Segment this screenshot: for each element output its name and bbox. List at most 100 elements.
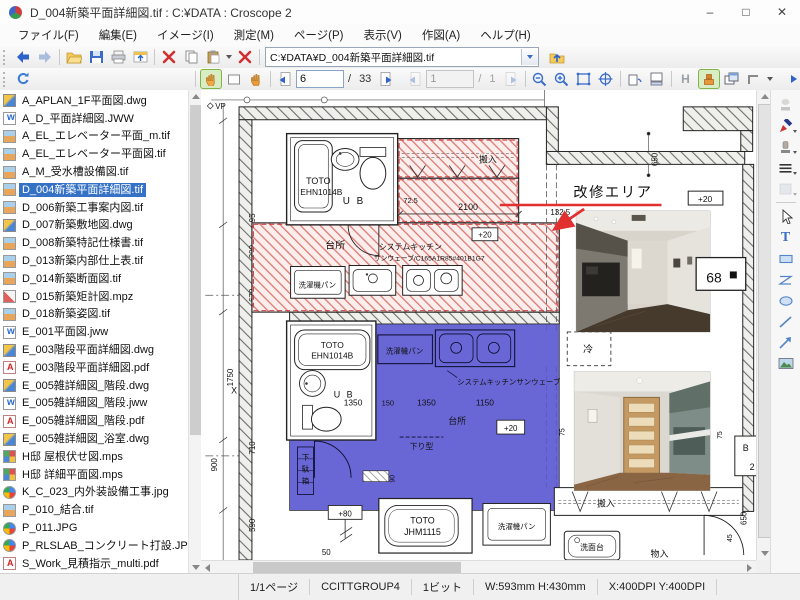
file-row[interactable]: E_005雑詳細図_階段.pdf: [0, 412, 188, 430]
menu-edit[interactable]: 編集(E): [89, 27, 147, 43]
back-button[interactable]: [13, 48, 33, 66]
b-type-label: B: [743, 443, 749, 453]
file-row[interactable]: E_005雑詳細図_階段.jww: [0, 395, 188, 413]
menu-view[interactable]: 表示(V): [354, 27, 412, 43]
refresh-button[interactable]: [13, 70, 33, 88]
menu-measure[interactable]: 測定(M): [224, 27, 284, 43]
stamp-tool-disabled[interactable]: [773, 94, 798, 115]
path-dropdown-button[interactable]: [521, 49, 538, 65]
print-button[interactable]: [108, 48, 128, 66]
file-row[interactable]: D_006新築工事案内図.tif: [0, 199, 188, 217]
menu-help[interactable]: ヘルプ(H): [470, 27, 540, 43]
open-folder-button[interactable]: [64, 48, 84, 66]
file-row[interactable]: A_APLAN_1F平面図.dwg: [0, 92, 188, 110]
text-tool[interactable]: T: [773, 227, 798, 248]
import-scan-button[interactable]: [130, 48, 150, 66]
prev-page-button[interactable]: [275, 70, 295, 88]
grid-label-x: X: [231, 385, 237, 395]
hand-pan-tool[interactable]: [200, 69, 222, 89]
level-label-plus20-red: +20: [478, 231, 492, 240]
file-row[interactable]: D_013新築内部仕上表.tif: [0, 252, 188, 270]
hanko-dropdown-icon[interactable]: [793, 151, 797, 154]
file-row[interactable]: A_M_受水槽設備図.tif: [0, 163, 188, 181]
file-row[interactable]: P_011.JPG: [0, 519, 188, 537]
file-row[interactable]: H邸 詳細平面図.mps: [0, 466, 188, 484]
scroll-thumb[interactable]: [190, 105, 201, 435]
copy-page-button[interactable]: [181, 48, 201, 66]
menu-draw[interactable]: 作図(A): [412, 27, 470, 43]
ellipse-tool[interactable]: [773, 290, 798, 311]
close-button[interactable]: ✕: [764, 0, 800, 24]
fit-width-button[interactable]: [596, 70, 616, 88]
remove-button[interactable]: [235, 48, 255, 66]
cascade-windows-button[interactable]: [722, 70, 742, 88]
zoom-in-button[interactable]: [552, 70, 572, 88]
corner-tool-button[interactable]: [744, 70, 764, 88]
file-row[interactable]: D_007新築敷地図.dwg: [0, 217, 188, 235]
file-row[interactable]: P_RLSLAB_コンクリート打設.JPG: [0, 537, 188, 555]
sidebar-scrollbar[interactable]: [188, 90, 202, 574]
rotate-left-button[interactable]: [625, 70, 645, 88]
open-parent-folder-button[interactable]: [547, 48, 567, 66]
hand-write-tool[interactable]: H: [676, 70, 696, 88]
hanko-stamp-tool[interactable]: [773, 136, 798, 157]
floor-plan-drawing: VP 1750 900 95 390 670 710 590: [201, 90, 756, 560]
file-row[interactable]: A_D_平面詳細図.JWW: [0, 110, 188, 128]
polyline-tool[interactable]: [773, 269, 798, 290]
minimize-button[interactable]: –: [692, 0, 728, 24]
file-row[interactable]: P_010_結合.tif: [0, 501, 188, 519]
prev-doc-button[interactable]: [405, 70, 425, 88]
rotate-right-button[interactable]: [647, 70, 667, 88]
file-row[interactable]: D_014新築断面図.tif: [0, 270, 188, 288]
file-path-input[interactable]: [266, 51, 521, 63]
file-row-selected[interactable]: D_004新築平面詳細図.tif: [0, 181, 188, 199]
toolbar-overflow-icon[interactable]: [791, 75, 797, 83]
file-row[interactable]: E_003階段平面詳細図.dwg: [0, 341, 188, 359]
file-row[interactable]: E_005雑詳細図_階段.dwg: [0, 377, 188, 395]
menu-image[interactable]: イメージ(I): [147, 27, 224, 43]
next-doc-button[interactable]: [501, 70, 521, 88]
file-row[interactable]: H邸 屋根伏せ図.mps: [0, 448, 188, 466]
file-row[interactable]: D_008新築特記仕様書.tif: [0, 234, 188, 252]
annotation-mode-button[interactable]: [698, 69, 720, 89]
stamp2-dropdown-icon[interactable]: [793, 193, 797, 196]
region-select-tool[interactable]: [224, 70, 244, 88]
zoom-out-button[interactable]: [530, 70, 550, 88]
fit-page-button[interactable]: [574, 70, 594, 88]
grab-move-tool[interactable]: [246, 70, 266, 88]
corner-tool-dropdown-icon[interactable]: [767, 77, 773, 81]
next-page-button[interactable]: [376, 70, 396, 88]
document-canvas[interactable]: VP 1750 900 95 390 670 710 590: [201, 90, 756, 560]
forward-button[interactable]: [35, 48, 55, 66]
file-row[interactable]: D_018新築姿図.tif: [0, 306, 188, 324]
maximize-button[interactable]: □: [728, 0, 764, 24]
stamp2-tool-disabled[interactable]: [773, 178, 798, 199]
select-cursor-tool[interactable]: [773, 206, 798, 227]
marker-dropdown-icon[interactable]: [793, 130, 797, 133]
file-row[interactable]: D_015新築矩計図.mpz: [0, 288, 188, 306]
file-row[interactable]: A_EL_エレベーター平面_m.tif: [0, 128, 188, 146]
page-number-input[interactable]: [296, 70, 344, 88]
line-style-dropdown-icon[interactable]: [793, 172, 797, 175]
rectangle-tool[interactable]: [773, 248, 798, 269]
file-row[interactable]: E_003階段平面詳細図.pdf: [0, 359, 188, 377]
paste-dropdown-icon[interactable]: [226, 55, 232, 59]
menu-file[interactable]: ファイル(F): [8, 27, 89, 43]
file-row[interactable]: A_EL_エレベーター平面図.tif: [0, 145, 188, 163]
file-row[interactable]: S_Work_見積指示_multi.pdf: [0, 555, 188, 573]
file-path-combobox: [265, 47, 539, 67]
arrow-tool[interactable]: [773, 332, 798, 353]
paste-page-button[interactable]: [203, 48, 223, 66]
file-row[interactable]: E_005雑詳細図_浴室.dwg: [0, 430, 188, 448]
line-style-tool[interactable]: [773, 157, 798, 178]
file-row[interactable]: K_C_023_内外装設備工事.jpg: [0, 484, 188, 502]
jpg-file-icon: [3, 539, 16, 552]
file-row[interactable]: E_001平面図.jww: [0, 323, 188, 341]
delete-page-button[interactable]: [159, 48, 179, 66]
marker-pen-tool[interactable]: [773, 115, 798, 136]
line-tool[interactable]: [773, 311, 798, 332]
image-stamp-tool[interactable]: [773, 353, 798, 374]
doc-number-input[interactable]: [426, 70, 474, 88]
save-button[interactable]: [86, 48, 106, 66]
menu-page[interactable]: ページ(P): [284, 27, 354, 43]
